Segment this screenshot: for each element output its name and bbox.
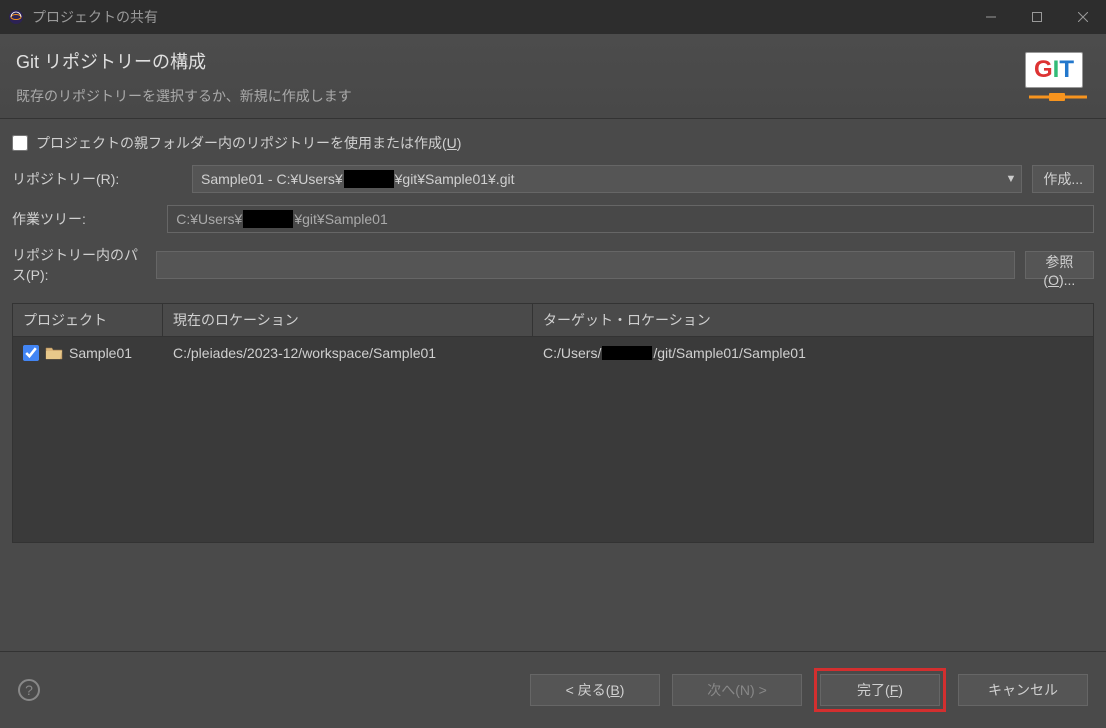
row-project-name: Sample01 bbox=[69, 345, 132, 361]
cell-current: C:/pleiades/2023-12/workspace/Sample01 bbox=[163, 337, 533, 369]
col-project[interactable]: プロジェクト bbox=[13, 304, 163, 336]
git-logo-icon: GIT bbox=[1025, 52, 1090, 107]
next-button[interactable]: 次へ(N) > bbox=[672, 674, 802, 706]
redacted-username bbox=[602, 346, 652, 360]
wizard-footer: ? < 戻る(B) 次へ(N) > 完了(F) キャンセル bbox=[0, 651, 1106, 728]
cell-project: Sample01 bbox=[13, 337, 163, 369]
maximize-button[interactable] bbox=[1014, 0, 1060, 34]
row-checkbox[interactable] bbox=[23, 345, 39, 361]
path-field[interactable] bbox=[156, 251, 1014, 279]
worktree-label: 作業ツリー: bbox=[12, 209, 157, 229]
repository-select-wrap: Sample01 - C:¥Users¥¥git¥Sample01¥.git ▼ bbox=[192, 165, 1022, 193]
use-parent-folder-label: プロジェクトの親フォルダー内のリポジトリーを使用または作成(U) bbox=[36, 133, 461, 153]
repository-select[interactable]: Sample01 - C:¥Users¥¥git¥Sample01¥.git bbox=[192, 165, 1022, 193]
create-button[interactable]: 作成... bbox=[1032, 165, 1094, 193]
repository-label: リポジトリー(R): bbox=[12, 169, 182, 189]
minimize-button[interactable] bbox=[968, 0, 1014, 34]
worktree-row: 作業ツリー: C:¥Users¥¥git¥Sample01 bbox=[12, 205, 1094, 233]
titlebar: プロジェクトの共有 bbox=[0, 0, 1106, 34]
worktree-field: C:¥Users¥¥git¥Sample01 bbox=[167, 205, 1094, 233]
cancel-button[interactable]: キャンセル bbox=[958, 674, 1088, 706]
wizard-description: 既存のリポジトリーを選択するか、新規に作成します bbox=[16, 86, 1090, 106]
table-row[interactable]: Sample01 C:/pleiades/2023-12/workspace/S… bbox=[13, 337, 1093, 370]
table-header: プロジェクト 現在のロケーション ターゲット・ロケーション bbox=[13, 304, 1093, 337]
use-parent-folder-row: プロジェクトの親フォルダー内のリポジトリーを使用または作成(U) bbox=[12, 129, 1094, 165]
path-label: リポジトリー内のパス(P): bbox=[12, 245, 146, 285]
repository-row: リポジトリー(R): Sample01 - C:¥Users¥¥git¥Samp… bbox=[12, 165, 1094, 193]
redacted-username bbox=[243, 210, 293, 228]
projects-table: プロジェクト 現在のロケーション ターゲット・ロケーション Sample01 C… bbox=[12, 303, 1094, 543]
wizard-header: Git リポジトリーの構成 既存のリポジトリーを選択するか、新規に作成します G… bbox=[0, 34, 1106, 119]
finish-button[interactable]: 完了(F) bbox=[820, 674, 940, 706]
cell-target: C:/Users//git/Sample01/Sample01 bbox=[533, 337, 1093, 369]
col-current-location[interactable]: 現在のロケーション bbox=[163, 304, 533, 336]
folder-icon bbox=[45, 346, 63, 360]
use-parent-folder-checkbox[interactable] bbox=[12, 135, 28, 151]
col-target-location[interactable]: ターゲット・ロケーション bbox=[533, 304, 1093, 336]
window-title: プロジェクトの共有 bbox=[32, 7, 968, 27]
wizard-title: Git リポジトリーの構成 bbox=[16, 48, 1090, 74]
path-row: リポジトリー内のパス(P): 参照(O)... bbox=[12, 245, 1094, 285]
back-button[interactable]: < 戻る(B) bbox=[530, 674, 660, 706]
eclipse-icon bbox=[8, 9, 24, 25]
wizard-content: プロジェクトの親フォルダー内のリポジトリーを使用または作成(U) リポジトリー(… bbox=[0, 119, 1106, 651]
close-button[interactable] bbox=[1060, 0, 1106, 34]
table-body: Sample01 C:/pleiades/2023-12/workspace/S… bbox=[13, 337, 1093, 542]
help-icon[interactable]: ? bbox=[18, 679, 40, 701]
finish-highlight: 完了(F) bbox=[814, 668, 946, 712]
redacted-username bbox=[344, 170, 394, 188]
browse-button[interactable]: 参照(O)... bbox=[1025, 251, 1094, 279]
